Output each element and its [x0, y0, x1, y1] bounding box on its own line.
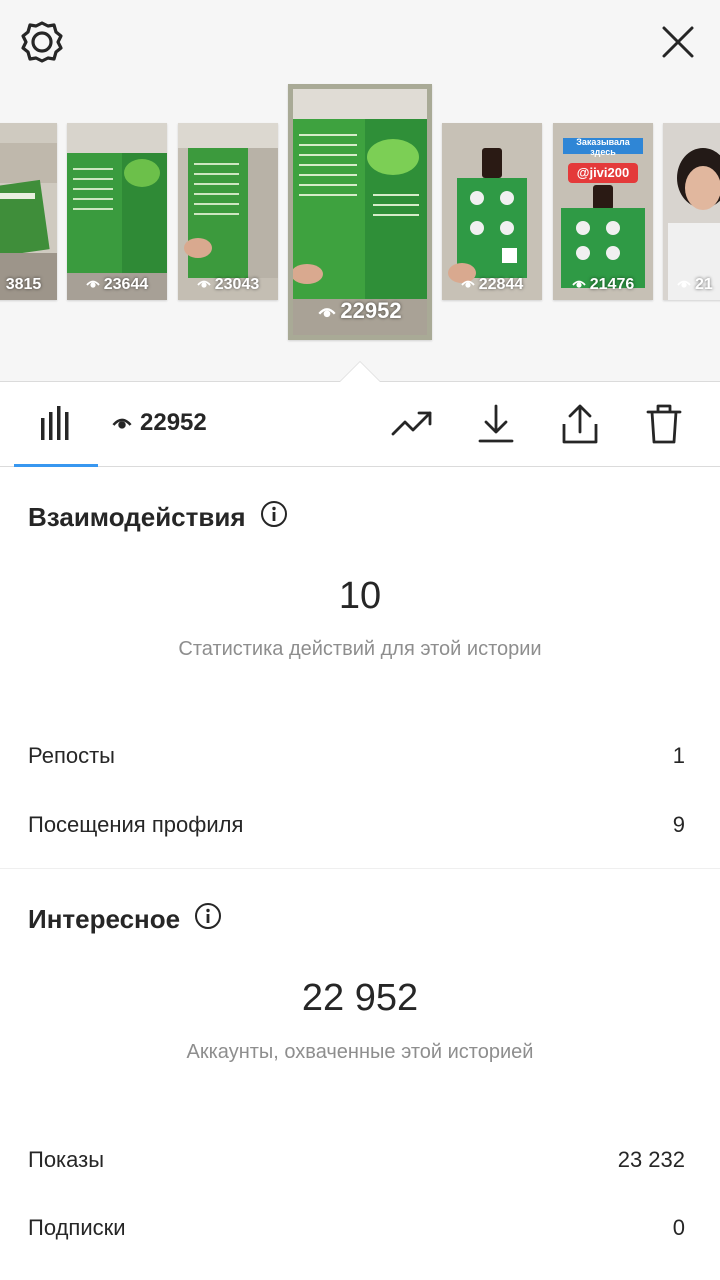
discovery-caption: Аккаунты, охваченные этой историей [186, 1041, 534, 1063]
trash-icon[interactable] [642, 402, 686, 446]
discovery-title: Интересное [28, 902, 222, 937]
row-label: Посещения профиля [28, 812, 244, 837]
discovery-total: 22 952 [301, 977, 419, 1019]
section-divider [0, 868, 720, 869]
story-thumbnail[interactable]: 22844 [442, 123, 542, 300]
thumbnail-views: 21 [663, 276, 720, 294]
story-thumbnail[interactable]: 23043 [178, 123, 278, 300]
story-thumbnail[interactable]: 21 [663, 123, 720, 300]
eye-icon [572, 276, 586, 294]
eye-icon [112, 418, 132, 429]
info-icon[interactable] [260, 500, 288, 535]
thumbnail-views: 22844 [442, 276, 542, 294]
story-toolbar: 22952 [0, 382, 720, 467]
interactions-title: Взаимодействия [28, 500, 288, 535]
row-value: 23 232 [617, 1147, 685, 1172]
active-tab-indicator [14, 464, 98, 467]
story-preview-image [663, 123, 720, 300]
share-icon[interactable] [558, 402, 602, 446]
interactions-caption: Статистика действий для этой истории [178, 638, 542, 660]
eye-icon [677, 276, 691, 294]
interactions-total: 10 [338, 575, 382, 617]
story-thumbnail[interactable]: Заказывала здесь @jivi200 21476 [553, 123, 653, 300]
row-value: 0 [672, 1215, 685, 1240]
thumbnail-views: 23043 [178, 276, 278, 294]
views-value: 22952 [140, 409, 207, 436]
bar-chart-icon [41, 406, 69, 440]
tab-insights[interactable] [14, 382, 98, 467]
list-item: Репосты 1 [28, 743, 685, 769]
list-item: Подписки 0 [28, 1215, 685, 1241]
row-label: Репосты [28, 743, 115, 768]
story-views[interactable]: 22952 [112, 409, 207, 437]
thumbnail-views: 21476 [553, 276, 653, 294]
thumbnail-views: 22952 [293, 298, 427, 325]
download-icon[interactable] [474, 402, 518, 446]
story-preview-image [0, 123, 57, 300]
selected-pointer [340, 362, 380, 382]
row-value: 9 [672, 812, 685, 837]
eye-icon [86, 276, 100, 294]
story-thumbnail[interactable]: 23644 [67, 123, 167, 300]
story-thumbnail[interactable]: 3815 [0, 123, 57, 300]
info-icon[interactable] [194, 902, 222, 937]
interactions-title-text: Взаимодействия [28, 502, 246, 532]
story-thumbnails: 3815 23644 23043 22952 22844 Заказывала … [0, 0, 720, 382]
trending-icon[interactable] [390, 402, 434, 446]
sticker-mention: @jivi200 [576, 165, 630, 180]
eye-icon [197, 276, 211, 294]
thumbnail-views: 3815 [5, 276, 42, 293]
row-value: 1 [672, 743, 685, 768]
eye-icon [318, 299, 336, 325]
row-label: Подписки [28, 1215, 126, 1240]
discovery-title-text: Интересное [28, 904, 181, 934]
story-thumbnail-selected[interactable]: 22952 [288, 84, 432, 340]
settings-icon[interactable] [20, 20, 64, 64]
row-label: Показы [28, 1147, 105, 1172]
list-item: Посещения профиля 9 [28, 812, 685, 838]
story-preview-image [178, 123, 278, 300]
story-preview-image [67, 123, 167, 300]
eye-icon [461, 276, 475, 294]
thumbnail-views: 23644 [67, 276, 167, 294]
close-icon[interactable] [656, 20, 700, 64]
story-preview-image [442, 123, 542, 300]
sticker-location: Заказывала здесь [576, 137, 630, 157]
list-item: Показы 23 232 [28, 1147, 685, 1173]
